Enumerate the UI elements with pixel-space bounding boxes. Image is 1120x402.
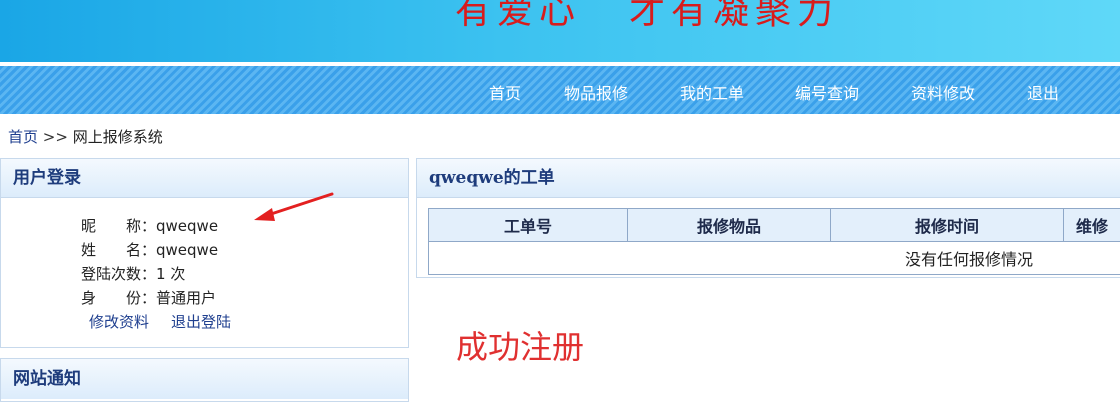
identity-label: 身 份： bbox=[81, 289, 157, 307]
breadcrumb-separator: >> bbox=[42, 128, 68, 146]
col-repair-item: 报修物品 bbox=[627, 208, 831, 242]
main-nav: 首页 物品报修 我的工单 编号查询 资料修改 退出 bbox=[0, 66, 1120, 114]
nickname-label: 昵 称： bbox=[81, 217, 157, 235]
col-order-number: 工单号 bbox=[428, 208, 628, 242]
site-notice-title: 网站通知 bbox=[1, 359, 408, 399]
identity-value: 普通用户 bbox=[156, 289, 217, 307]
slogan-part-1: 有爱心 bbox=[455, 0, 582, 32]
col-repair-status: 维修 bbox=[1063, 208, 1120, 242]
login-count-value: 1 次 bbox=[156, 265, 186, 283]
orders-empty-message: 没有任何报修情况 bbox=[428, 241, 1120, 275]
login-count-label: 登陆次数： bbox=[81, 265, 157, 283]
success-message: 成功注册 bbox=[456, 328, 585, 366]
annotation-arrow-icon bbox=[254, 192, 334, 221]
breadcrumb: 首页 >> 网上报修系统 bbox=[8, 126, 163, 147]
nav-home[interactable]: 首页 bbox=[489, 80, 521, 104]
nickname-value: qweqwe bbox=[156, 217, 219, 235]
nickname-row: 昵 称：qweqwe bbox=[81, 215, 218, 236]
site-notice-panel: 网站通知 bbox=[0, 358, 409, 402]
name-value: qweqwe bbox=[156, 241, 219, 259]
name-row: 姓 名：qweqwe bbox=[81, 239, 218, 260]
nav-logout[interactable]: 退出 bbox=[1027, 80, 1059, 104]
nav-number-lookup[interactable]: 编号查询 bbox=[795, 80, 859, 104]
nav-edit-profile[interactable]: 资料修改 bbox=[911, 80, 975, 104]
account-links: 修改资料 退出登陆 bbox=[89, 311, 253, 332]
col-repair-time: 报修时间 bbox=[830, 208, 1064, 242]
edit-profile-link[interactable]: 修改资料 bbox=[89, 313, 149, 331]
orders-header-row: 工单号 报修物品 报修时间 维修 bbox=[428, 208, 1120, 242]
user-login-panel: 用户登录 昵 称：qweqwe 姓 名：qweqwe 登陆次数：1 次 身 份：… bbox=[0, 158, 409, 348]
nav-my-orders[interactable]: 我的工单 bbox=[680, 80, 744, 104]
nav-repair-request[interactable]: 物品报修 bbox=[564, 80, 628, 104]
logout-link[interactable]: 退出登陆 bbox=[171, 313, 231, 331]
banner-slogan: 有爱心 才有凝聚力 bbox=[455, 0, 839, 34]
identity-row: 身 份：普通用户 bbox=[81, 287, 216, 308]
my-orders-title: qweqwe的工单 bbox=[417, 159, 1120, 198]
orders-table: 工单号 报修物品 报修时间 维修 没有任何报修情况 bbox=[428, 208, 1120, 275]
banner: 有爱心 才有凝聚力 bbox=[0, 0, 1120, 62]
breadcrumb-current: 网上报修系统 bbox=[72, 128, 163, 146]
login-count-row: 登陆次数：1 次 bbox=[81, 263, 185, 284]
name-label: 姓 名： bbox=[81, 241, 157, 259]
slogan-part-2: 才有凝聚力 bbox=[629, 0, 840, 32]
breadcrumb-home[interactable]: 首页 bbox=[8, 128, 38, 146]
orders-empty-row: 没有任何报修情况 bbox=[428, 241, 1120, 275]
user-login-title: 用户登录 bbox=[1, 159, 408, 198]
